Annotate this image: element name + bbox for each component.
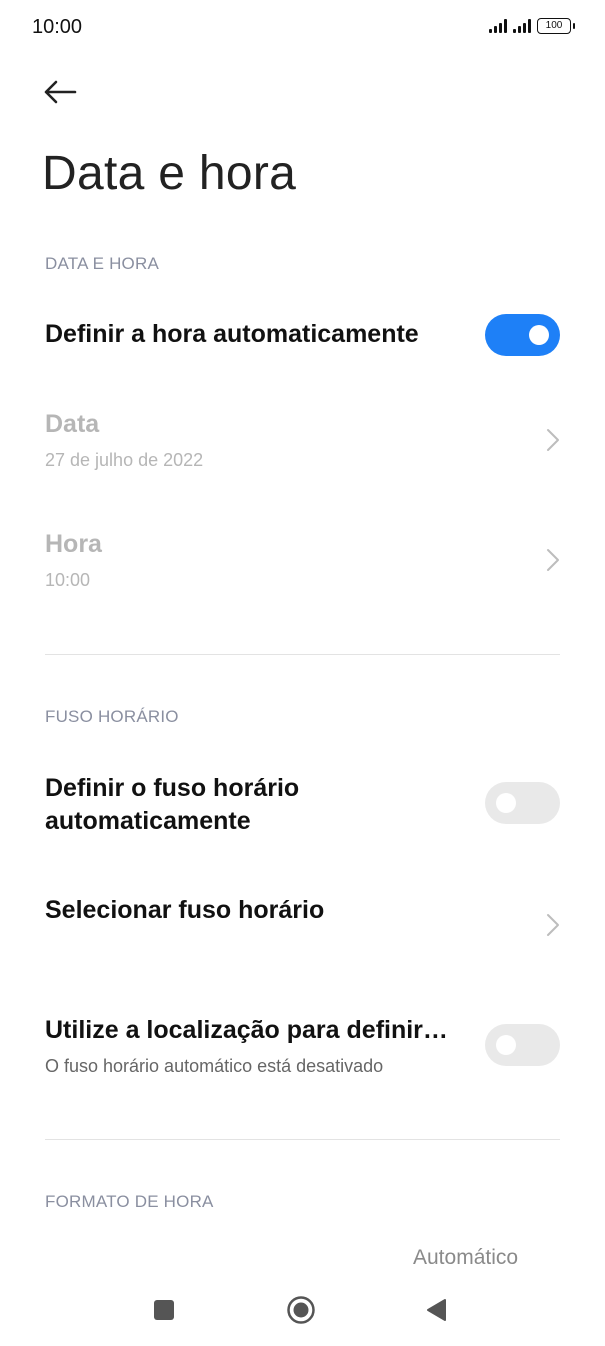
arrow-left-icon: [44, 80, 77, 104]
time-value: 10:00: [45, 570, 91, 590]
use-location-label: Utilize a localização para definir…: [45, 1016, 448, 1044]
time-row[interactable]: Hora 10:00: [0, 518, 605, 610]
nav-back-button[interactable]: [418, 1292, 454, 1328]
toggle-knob: [496, 793, 516, 813]
toggle-knob: [496, 1035, 516, 1055]
chevron-right-icon: [547, 549, 559, 571]
time-label: Hora: [45, 530, 102, 558]
status-time: 10:00: [32, 16, 83, 38]
auto-time-row[interactable]: Definir a hora automaticamente: [0, 300, 605, 370]
use-location-row[interactable]: Utilize a localização para definir… O fu…: [0, 1000, 605, 1096]
select-timezone-label: Selecionar fuso horário: [45, 896, 325, 924]
status-icons: 100: [489, 18, 575, 34]
time-format-value[interactable]: Automático: [413, 1246, 518, 1270]
triangle-left-icon: [427, 1299, 446, 1321]
use-location-subtitle: O fuso horário automático está desativad…: [45, 1056, 384, 1076]
auto-timezone-toggle[interactable]: [485, 782, 560, 824]
signal-icon: [489, 19, 507, 33]
signal-icon-2: [513, 19, 531, 33]
divider: [45, 654, 560, 655]
nav-recents-button[interactable]: [146, 1292, 182, 1328]
square-icon: [154, 1300, 174, 1320]
auto-timezone-label-line1: Definir o fuso horário: [45, 774, 300, 802]
date-label: Data: [45, 410, 100, 438]
back-button[interactable]: [40, 72, 80, 112]
section-header-time-format: FORMATO DE HORA: [45, 1192, 214, 1211]
section-header-date-time: DATA E HORA: [45, 254, 159, 273]
page-title: Data e hora: [42, 147, 297, 200]
auto-timezone-label-line2: automaticamente: [45, 807, 251, 835]
auto-time-toggle[interactable]: [485, 314, 560, 356]
select-timezone-row[interactable]: Selecionar fuso horário: [0, 880, 605, 970]
section-header-timezone: FUSO HORÁRIO: [45, 707, 179, 726]
auto-time-label: Definir a hora automaticamente: [45, 320, 419, 348]
date-row[interactable]: Data 27 de julho de 2022: [0, 398, 605, 490]
date-value: 27 de julho de 2022: [45, 450, 204, 470]
auto-timezone-row[interactable]: Definir o fuso horário automaticamente: [0, 760, 605, 846]
chevron-right-icon: [547, 914, 559, 936]
use-location-toggle[interactable]: [485, 1024, 560, 1066]
nav-home-button[interactable]: [282, 1291, 320, 1329]
toggle-knob: [529, 325, 549, 345]
circle-icon: [287, 1296, 315, 1324]
divider: [45, 1139, 560, 1140]
chevron-right-icon: [547, 429, 559, 451]
battery-icon: 100: [537, 18, 575, 34]
